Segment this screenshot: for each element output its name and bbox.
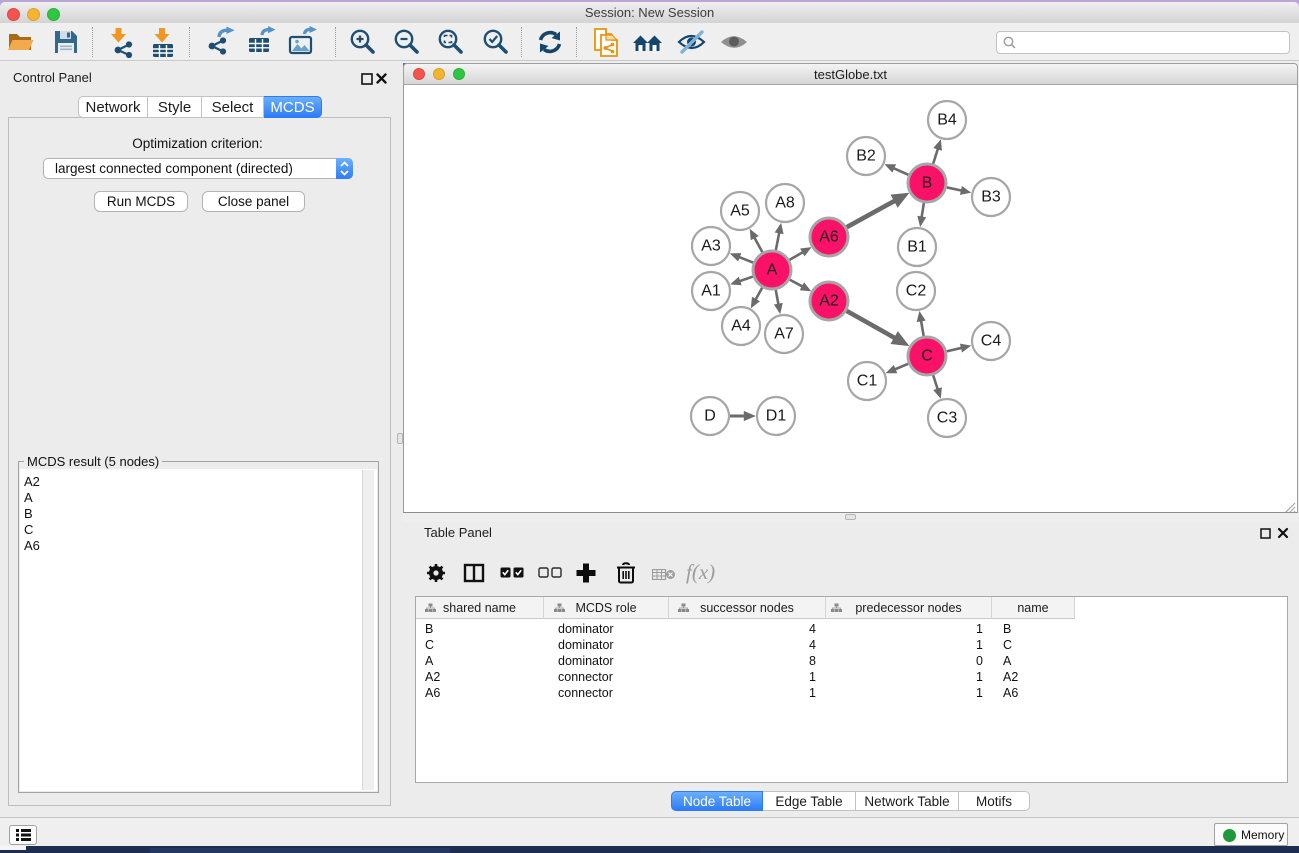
svg-text:D: D <box>704 408 716 425</box>
svg-text:A1: A1 <box>701 283 721 300</box>
svg-text:A5: A5 <box>730 203 750 220</box>
svg-text:C1: C1 <box>857 373 878 390</box>
svg-text:B1: B1 <box>907 239 927 256</box>
svg-text:A8: A8 <box>775 195 795 212</box>
svg-text:C3: C3 <box>937 410 958 427</box>
svg-text:A2: A2 <box>819 293 839 310</box>
svg-text:D1: D1 <box>766 408 787 425</box>
svg-text:C2: C2 <box>906 283 927 300</box>
svg-text:A6: A6 <box>819 229 839 246</box>
svg-text:A: A <box>767 262 778 279</box>
svg-text:A4: A4 <box>731 318 751 335</box>
svg-text:C: C <box>921 348 933 365</box>
svg-text:B3: B3 <box>981 189 1001 206</box>
svg-text:B4: B4 <box>937 112 957 129</box>
svg-text:B2: B2 <box>856 148 876 165</box>
svg-text:A3: A3 <box>701 238 721 255</box>
svg-text:A7: A7 <box>774 326 794 343</box>
svg-text:C4: C4 <box>981 333 1002 350</box>
svg-text:B: B <box>922 175 933 192</box>
